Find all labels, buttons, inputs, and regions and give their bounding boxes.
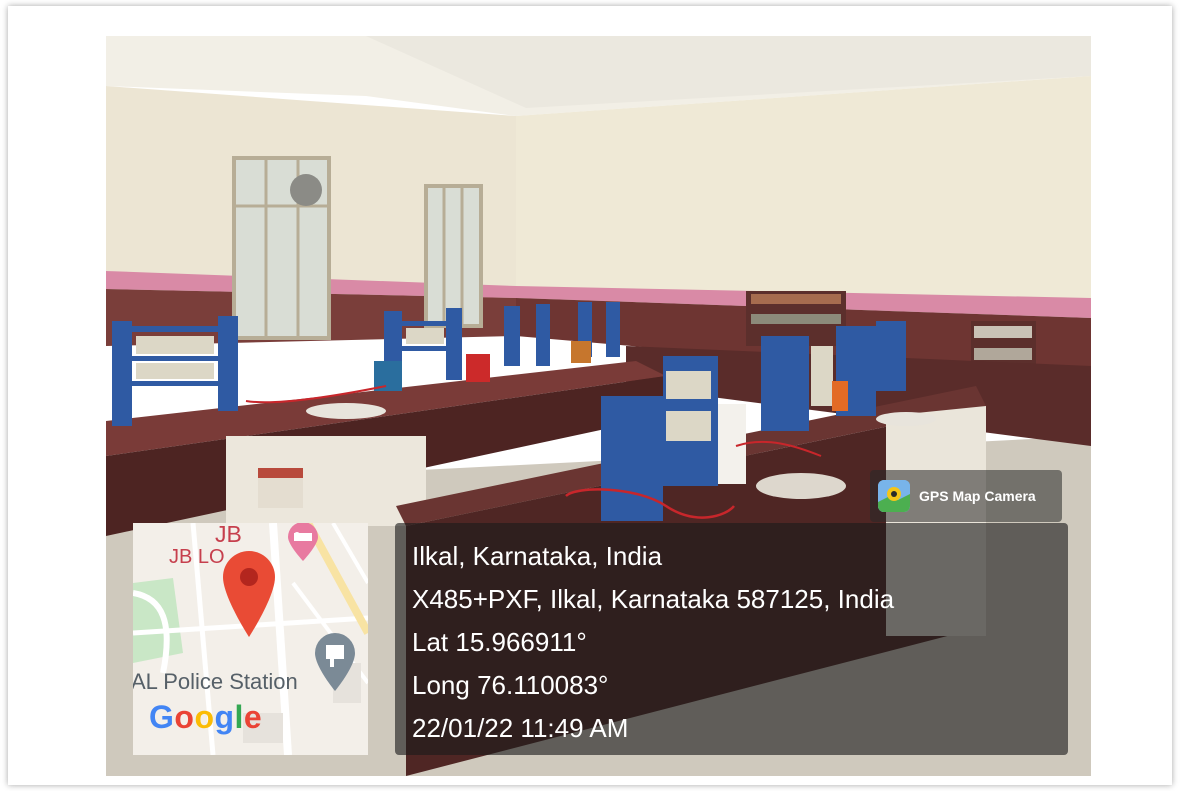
location-address: X485+PXF, Ilkal, Karnataka 587125, India <box>412 584 895 614</box>
hotel-icon <box>288 523 318 561</box>
location-info-panel: Ilkal, Karnataka, India X485+PXF, Ilkal,… <box>395 523 1068 755</box>
google-logo: Google <box>149 699 262 736</box>
gps-map-camera-badge: GPS Map Camera <box>870 470 1062 522</box>
location-datetime: 22/01/22 11:49 AM <box>412 713 629 743</box>
map-label-lodge: JB LO <box>169 546 225 568</box>
google-logo-letter: o <box>194 699 215 735</box>
google-logo-letter: o <box>174 699 195 735</box>
location-latitude: Lat 15.966911° <box>412 627 587 657</box>
badge-label: GPS Map Camera <box>919 488 1036 504</box>
map-label-jb: JB <box>215 523 242 547</box>
police-icon <box>315 633 355 691</box>
map-label-police-station: AL Police Station <box>133 669 298 694</box>
google-logo-letter: e <box>243 699 263 735</box>
lab-photo: GPS Map Camera JB JB LO AL Police Statio… <box>106 36 1091 776</box>
photo-frame: GPS Map Camera JB JB LO AL Police Statio… <box>8 6 1172 785</box>
location-title: Ilkal, Karnataka, India <box>412 541 663 571</box>
google-logo-letter: g <box>214 699 235 735</box>
map-thumbnail: JB JB LO AL Police Station Google <box>133 523 368 755</box>
map-pin-icon <box>223 551 275 637</box>
gps-camera-app-icon <box>878 480 910 512</box>
google-logo-letter: l <box>234 699 244 735</box>
google-logo-letter: G <box>149 699 175 735</box>
location-longitude: Long 76.110083° <box>412 670 609 700</box>
